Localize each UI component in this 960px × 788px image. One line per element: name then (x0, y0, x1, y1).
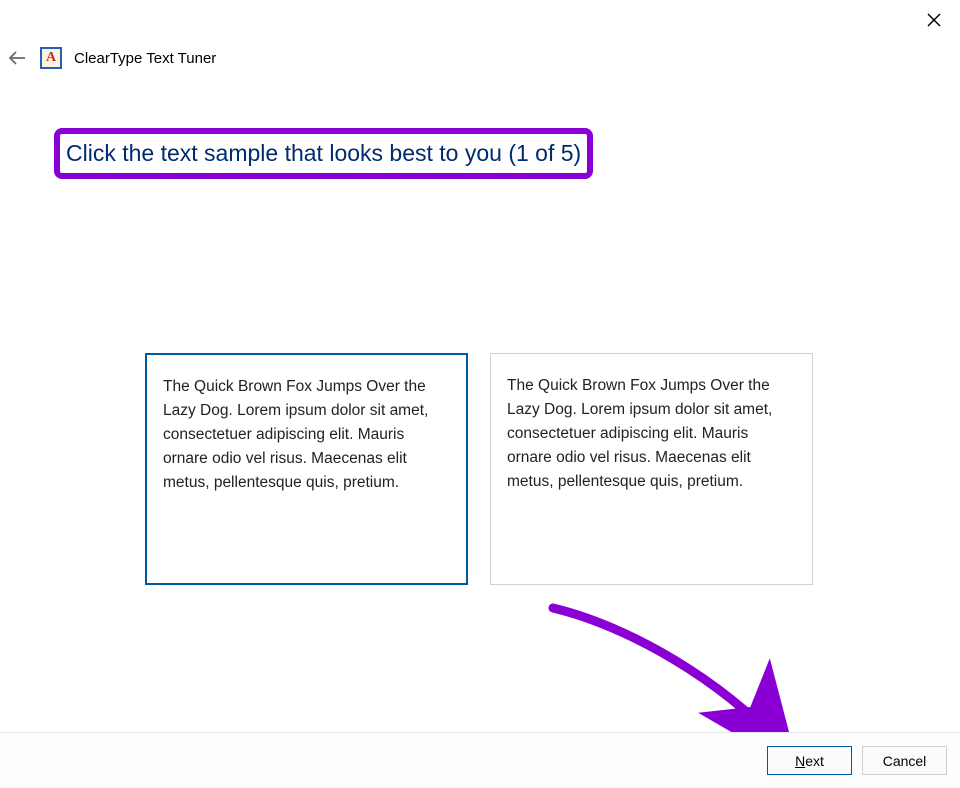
app-icon: A (40, 47, 62, 69)
header: A ClearType Text Tuner (6, 47, 216, 69)
instruction-text: Click the text sample that looks best to… (66, 140, 581, 167)
window-title: ClearType Text Tuner (74, 50, 216, 67)
instruction-highlight: Click the text sample that looks best to… (54, 128, 593, 179)
text-sample-2[interactable]: The Quick Brown Fox Jumps Over the Lazy … (490, 353, 813, 585)
footer: Next Cancel (0, 732, 960, 788)
next-button[interactable]: Next (767, 746, 852, 775)
text-sample-1[interactable]: The Quick Brown Fox Jumps Over the Lazy … (145, 353, 468, 585)
sample-container: The Quick Brown Fox Jumps Over the Lazy … (145, 353, 813, 585)
close-icon (927, 13, 941, 27)
arrow-left-icon (8, 51, 26, 65)
back-button[interactable] (6, 47, 28, 69)
close-button[interactable] (922, 8, 946, 32)
cancel-button[interactable]: Cancel (862, 746, 947, 775)
